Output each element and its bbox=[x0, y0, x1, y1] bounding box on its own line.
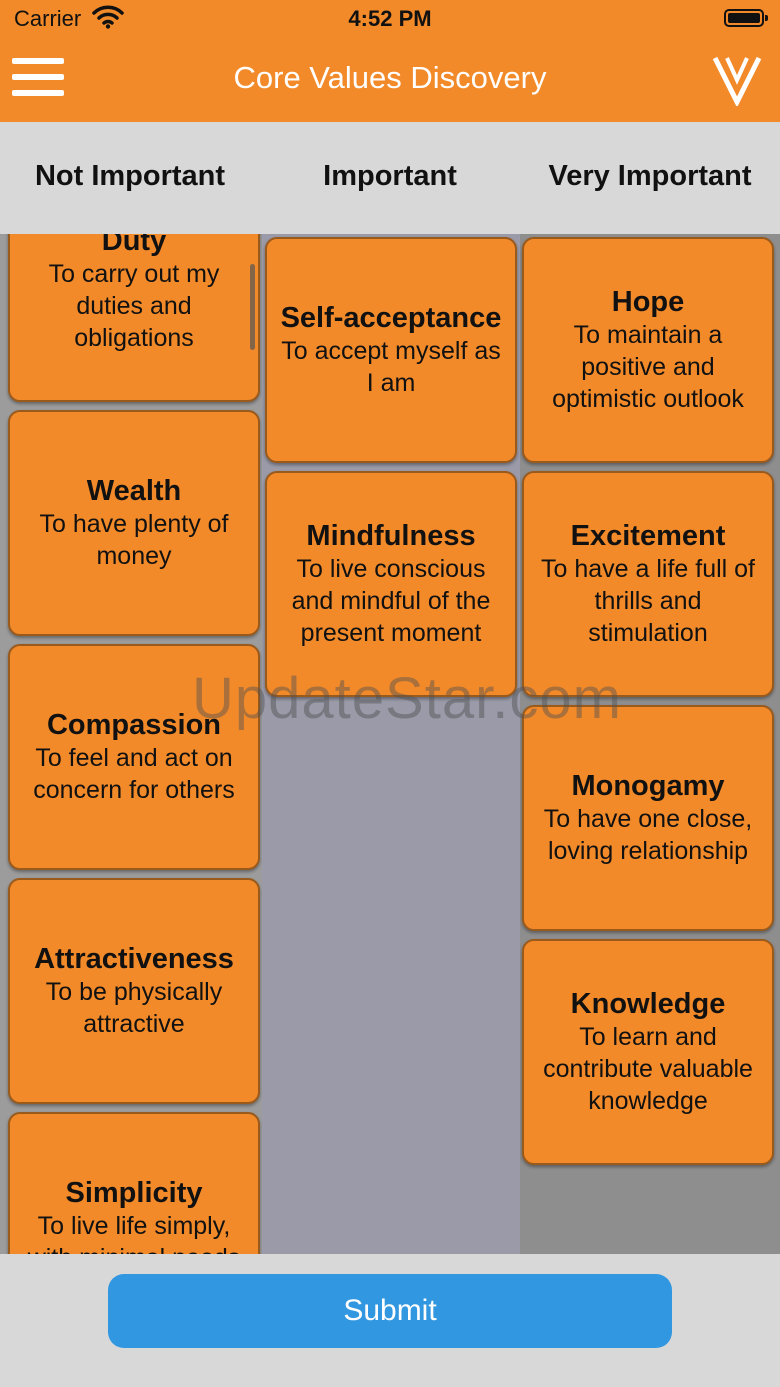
card-title: Compassion bbox=[46, 709, 222, 741]
card-title: Knowledge bbox=[570, 988, 726, 1020]
value-card-hope[interactable]: Hope To maintain a positive and optimist… bbox=[522, 237, 774, 463]
card-title: Excitement bbox=[570, 520, 726, 552]
card-title: Wealth bbox=[86, 475, 182, 507]
value-card-simplicity[interactable]: Simplicity To live life simply, with min… bbox=[8, 1112, 260, 1254]
column-headers: Not Important Important Very Important bbox=[0, 122, 780, 234]
card-title: Hope bbox=[611, 286, 685, 318]
card-description: To be physically attractive bbox=[45, 978, 223, 1038]
value-card-duty[interactable]: Duty To carry out my duties and obligati… bbox=[8, 234, 260, 402]
card-title: Duty bbox=[101, 234, 167, 257]
value-card-self-acceptance[interactable]: Self-acceptance To accept myself as I am bbox=[265, 237, 517, 463]
card-title: Monogamy bbox=[571, 770, 725, 802]
value-card-compassion[interactable]: Compassion To feel and act on concern fo… bbox=[8, 644, 260, 870]
card-title: Mindfulness bbox=[306, 520, 476, 552]
card-description: To feel and act on concern for others bbox=[33, 744, 235, 804]
not-important-column[interactable]: Duty To carry out my duties and obligati… bbox=[0, 234, 262, 1254]
card-description: To maintain a positive and optimistic ou… bbox=[552, 321, 744, 413]
column-header-not-important: Not Important bbox=[34, 160, 226, 192]
card-description: To have a life full of thrills and stimu… bbox=[540, 555, 755, 647]
card-description: To have plenty of money bbox=[39, 510, 229, 570]
clock-time: 4:52 PM bbox=[348, 6, 432, 31]
card-title: Self-acceptance bbox=[280, 302, 502, 334]
value-card-monogamy[interactable]: Monogamy To have one close, loving relat… bbox=[522, 705, 774, 931]
card-description: To live life simply, with minimal needs bbox=[28, 1212, 241, 1254]
page-title: Core Values Discovery bbox=[233, 60, 547, 95]
status-bar: Carrier 4:52 PM bbox=[0, 0, 780, 40]
v-logo-icon[interactable] bbox=[712, 54, 762, 108]
value-card-knowledge[interactable]: Knowledge To learn and contribute valuab… bbox=[522, 939, 774, 1165]
column-header-important: Important bbox=[323, 160, 457, 192]
card-description: To accept myself as I am bbox=[281, 337, 501, 397]
card-title: Attractiveness bbox=[34, 943, 234, 975]
card-description: To have one close, loving relationship bbox=[543, 805, 753, 865]
navigation-bar: Core Values Discovery bbox=[0, 40, 780, 122]
value-card-wealth[interactable]: Wealth To have plenty of money bbox=[8, 410, 260, 636]
card-description: To learn and contribute valuable knowled… bbox=[543, 1023, 753, 1115]
footer: Submit bbox=[0, 1254, 780, 1387]
important-column[interactable]: Self-acceptance To accept myself as I am… bbox=[262, 234, 520, 1254]
card-title: Simplicity bbox=[65, 1177, 203, 1209]
column-header-very-important: Very Important bbox=[548, 160, 752, 192]
very-important-column[interactable]: Hope To maintain a positive and optimist… bbox=[520, 234, 780, 1254]
scroll-indicator[interactable] bbox=[250, 264, 255, 350]
submit-button[interactable]: Submit bbox=[108, 1274, 672, 1348]
sorting-board: Duty To carry out my duties and obligati… bbox=[0, 234, 780, 1254]
battery-icon bbox=[724, 9, 768, 27]
value-card-attractiveness[interactable]: Attractiveness To be physically attracti… bbox=[8, 878, 260, 1104]
card-description: To carry out my duties and obligations bbox=[48, 260, 220, 352]
card-description: To live conscious and mindful of the pre… bbox=[291, 555, 491, 647]
value-card-mindfulness[interactable]: Mindfulness To live conscious and mindfu… bbox=[265, 471, 517, 697]
value-card-excitement[interactable]: Excitement To have a life full of thrill… bbox=[522, 471, 774, 697]
